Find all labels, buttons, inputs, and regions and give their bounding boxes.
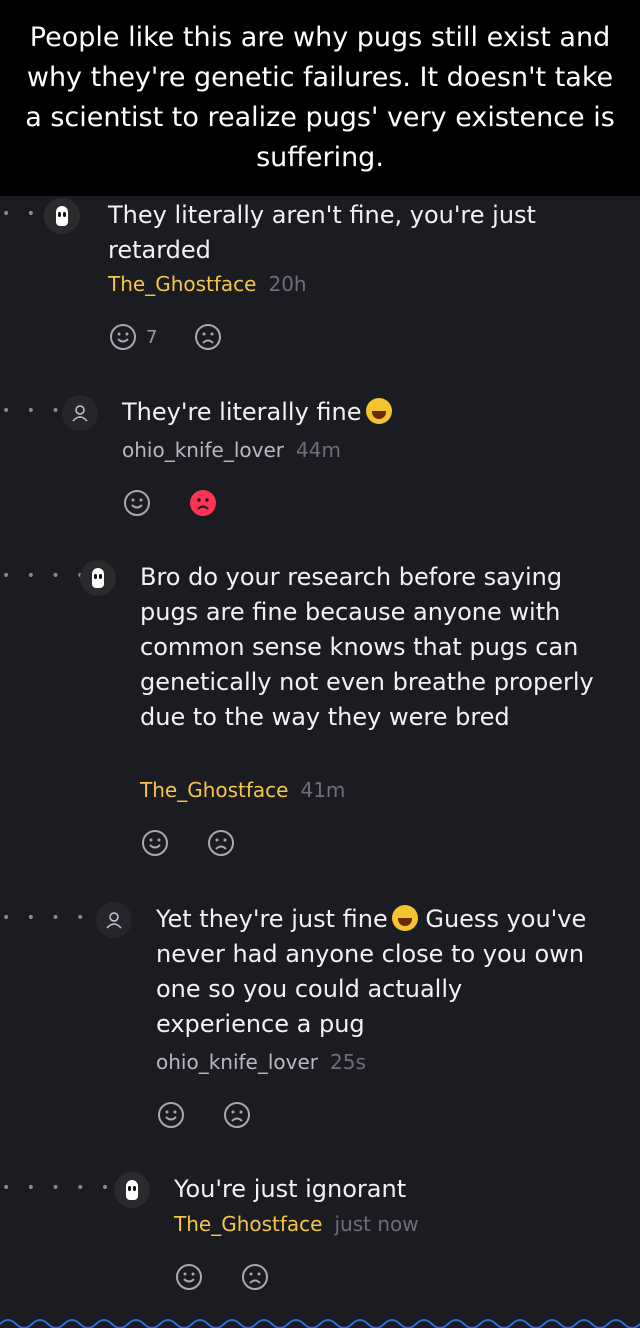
bottom-wave-border <box>0 1319 640 1328</box>
thread-depth-dots: • • • <box>2 403 66 419</box>
username[interactable]: The_Ghostface <box>108 272 256 296</box>
timestamp: 20h <box>268 272 307 296</box>
like-button[interactable] <box>174 1262 204 1292</box>
reaction-bar <box>156 1100 252 1130</box>
frown-face-icon <box>242 1264 268 1290</box>
laughing-emoji-icon <box>365 398 392 424</box>
smile-face-icon <box>158 1102 184 1128</box>
avatar-ghostface[interactable] <box>44 198 80 234</box>
username[interactable]: The_Ghostface <box>140 778 288 802</box>
meme-caption: People like this are why pugs still exis… <box>0 0 640 196</box>
avatar-ghostface[interactable] <box>80 560 116 596</box>
thread-depth-dots: • • <box>2 206 41 222</box>
comment-meta: The_Ghostface 20h <box>108 272 307 296</box>
reaction-bar <box>140 828 236 858</box>
dislike-button[interactable] <box>222 1100 252 1130</box>
timestamp: 41m <box>300 778 346 802</box>
like-button[interactable] <box>140 828 170 858</box>
tears-of-joy-emoji-icon <box>391 905 418 931</box>
username[interactable]: ohio_knife_lover <box>156 1050 318 1074</box>
frown-face-icon <box>190 490 216 516</box>
dislike-button-active[interactable] <box>188 488 218 518</box>
timestamp: just now <box>334 1212 419 1236</box>
smile-face-icon <box>124 490 150 516</box>
frown-face-icon <box>195 324 222 350</box>
username[interactable]: The_Ghostface <box>174 1212 322 1236</box>
smile-face-icon <box>110 324 136 350</box>
timestamp: 44m <box>296 438 341 462</box>
comment-text: You're just ignorant <box>174 1175 407 1203</box>
avatar-ghostface[interactable] <box>114 1172 150 1208</box>
reaction-bar <box>174 1262 270 1292</box>
dislike-button[interactable] <box>206 828 236 858</box>
username[interactable]: ohio_knife_lover <box>122 438 284 462</box>
comment-text: They literally aren't fine, you're just … <box>108 201 536 264</box>
comment-meta: The_Ghostface 41m <box>140 778 345 802</box>
frown-face-icon <box>208 830 234 856</box>
comment-meta: ohio_knife_lover 25s <box>156 1050 366 1074</box>
like-button[interactable] <box>156 1100 186 1130</box>
comment-text: Bro do your research before saying pugs … <box>140 563 594 731</box>
smile-face-icon <box>142 830 168 856</box>
user-icon <box>106 912 122 929</box>
reaction-bar <box>122 488 218 518</box>
like-count: 7 <box>146 326 158 348</box>
thread-depth-dots: • • • • <box>2 568 91 584</box>
frown-face-icon <box>224 1102 250 1128</box>
comment-text: Yet they're just fine Guess you've never… <box>156 902 596 1042</box>
dislike-button[interactable] <box>240 1262 270 1292</box>
like-button[interactable] <box>122 488 152 518</box>
caption-text: People like this are why pugs still exis… <box>25 22 615 173</box>
comment-text: They're literally fine <box>122 395 602 430</box>
avatar-default[interactable] <box>62 395 98 431</box>
comment-text-content: Yet they're just fine <box>156 905 388 933</box>
like-button[interactable] <box>108 322 138 352</box>
avatar-default[interactable] <box>96 902 132 938</box>
comment-meta: ohio_knife_lover 44m <box>122 438 341 462</box>
timestamp: 25s <box>330 1050 366 1074</box>
comment-meta: The_Ghostface just now <box>174 1212 419 1236</box>
comment-text-content: They're literally fine <box>122 398 362 426</box>
user-icon <box>72 405 88 422</box>
smile-face-icon <box>176 1264 202 1290</box>
dislike-button[interactable] <box>193 322 223 352</box>
reaction-bar: 7 <box>108 322 223 352</box>
